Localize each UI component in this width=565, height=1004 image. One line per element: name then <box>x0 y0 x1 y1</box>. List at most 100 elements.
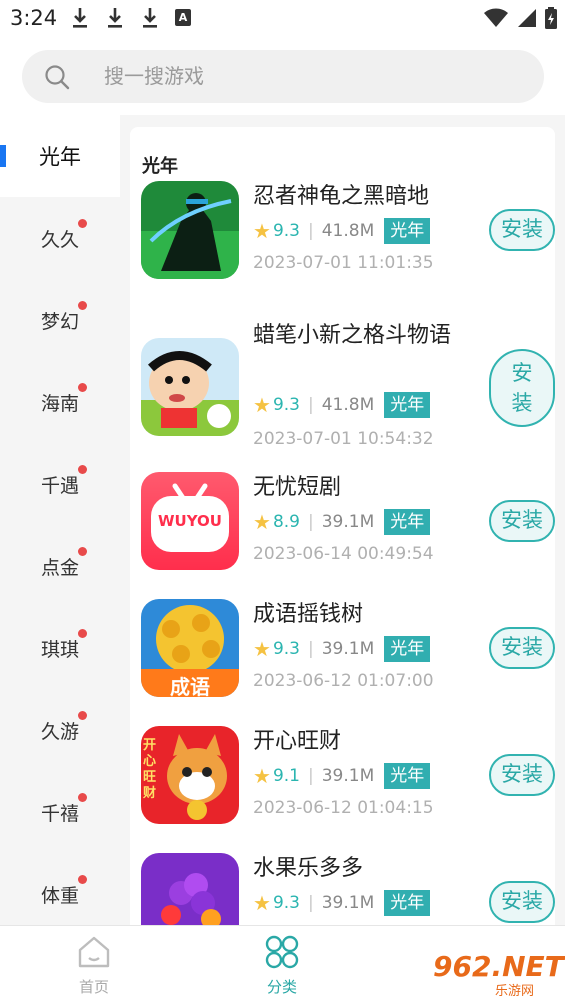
app-meta: ★ 9.3 | 39.1M 光年 <box>253 889 431 917</box>
status-time: 3:24 <box>10 6 58 30</box>
install-button[interactable]: 安装 <box>489 349 555 427</box>
source-tag: 光年 <box>384 763 431 789</box>
wifi-icon <box>484 8 508 27</box>
app-rating: 9.3 <box>272 893 300 913</box>
sidebar-item-label: 久游 <box>40 720 79 743</box>
app-meta: ★ 9.3 | 41.8M 光年 <box>253 391 431 419</box>
app-name: 成语摇钱树 <box>253 602 364 627</box>
install-button[interactable]: 安装 <box>489 881 555 923</box>
sidebar-item-hainan[interactable]: 海南 <box>0 361 120 443</box>
active-indicator <box>0 145 6 167</box>
source-tag: 光年 <box>384 392 431 418</box>
sidebar-item-guangnian[interactable]: 光年 <box>0 115 120 197</box>
install-button[interactable]: 安装 <box>489 754 555 796</box>
app-meta: ★ 9.3 | 39.1M 光年 <box>253 635 431 663</box>
nav-home[interactable]: 首页 <box>34 926 154 1004</box>
search-placeholder: 搜一搜游戏 <box>104 64 204 88</box>
sidebar-item-qianxi[interactable]: 千禧 <box>0 771 120 853</box>
crayon-shinchan-game-icon <box>141 338 239 436</box>
section-title: 光年 <box>142 156 178 177</box>
sidebar-item-jiuyou[interactable]: 久游 <box>0 689 120 771</box>
category-icon <box>265 935 299 969</box>
divider: | <box>307 639 314 659</box>
app-rating: 9.1 <box>272 766 300 786</box>
star-icon: ★ <box>253 637 271 661</box>
sidebar-item-label: 久久 <box>40 228 79 251</box>
nav-category[interactable]: 分类 <box>222 926 342 1004</box>
status-bar: 3:24 A <box>0 0 565 38</box>
red-dot-badge <box>78 710 87 720</box>
happy-dog-game-icon: 开心旺财 <box>141 726 239 824</box>
sidebar-item-qianyu[interactable]: 千遇 <box>0 443 120 525</box>
divider: | <box>307 893 314 913</box>
sidebar-item-dianjin[interactable]: 点金 <box>0 525 120 607</box>
app-rating: 9.3 <box>272 639 300 659</box>
app-meta: ★ 9.3 | 41.8M 光年 <box>253 217 431 245</box>
install-button[interactable]: 安装 <box>489 209 555 251</box>
download-icon <box>107 7 123 29</box>
app-date: 2023-06-12 01:04:15 <box>253 798 434 818</box>
search-icon <box>45 65 70 90</box>
app-name: 开心旺财 <box>253 729 342 754</box>
sidebar-item-label: 千遇 <box>40 474 79 497</box>
app-name: 无忧短剧 <box>253 475 342 500</box>
app-size: 39.1M <box>321 766 375 786</box>
search-input[interactable]: 搜一搜游戏 <box>22 50 544 103</box>
app-date: 2023-06-14 00:49:54 <box>253 544 434 564</box>
app-name: 蜡笔小新之格斗物语 <box>253 323 452 348</box>
source-tag: 光年 <box>384 218 431 244</box>
wuyou-app-icon: WUYOU <box>141 472 239 570</box>
app-size: 39.1M <box>321 512 375 532</box>
app-icon-text: 成语 <box>170 675 210 697</box>
sidebar-item-label: 梦幻 <box>40 310 79 333</box>
app-meta: ★ 9.1 | 39.1M 光年 <box>253 762 431 790</box>
red-dot-badge <box>78 874 87 884</box>
app-name: 忍者神龟之黑暗地 <box>253 184 430 209</box>
app-rating: 8.9 <box>272 512 300 532</box>
install-button-label: 安装 <box>511 361 533 415</box>
app-list-item[interactable]: 蜡笔小新之格斗物语 ★ 9.3 | 41.8M 光年 2023-07-01 10… <box>141 317 555 449</box>
site-watermark-logo: 962.NET 乐游网 <box>425 948 564 1000</box>
sidebar-item-menghuan[interactable]: 梦幻 <box>0 279 120 361</box>
red-dot-badge <box>78 300 87 310</box>
app-size: 39.1M <box>321 639 375 659</box>
app-rating: 9.3 <box>272 395 300 415</box>
app-size: 41.8M <box>321 395 375 415</box>
money-tree-game-icon: 成语 <box>141 599 239 697</box>
sidebar-item-tizhong[interactable]: 体重 <box>0 853 120 935</box>
red-dot-badge <box>78 792 87 802</box>
notification-a-icon: A <box>175 9 191 26</box>
install-button[interactable]: 安装 <box>489 500 555 542</box>
app-date: 2023-07-01 11:01:35 <box>253 253 434 273</box>
sidebar-item-qiqi[interactable]: 琪琪 <box>0 607 120 689</box>
app-list-item[interactable]: 忍者神龟之黑暗地 ★ 9.3 | 41.8M 光年 2023-07-01 11:… <box>141 181 555 281</box>
app-rating: 9.3 <box>272 221 300 241</box>
signal-icon <box>518 9 536 27</box>
home-icon <box>78 936 110 968</box>
app-icon-text: WUYOU <box>158 512 222 530</box>
nav-label: 首页 <box>78 978 109 996</box>
app-icon-text: 开心旺财 <box>143 738 157 801</box>
nav-label: 分类 <box>266 978 297 996</box>
source-tag: 光年 <box>384 636 431 662</box>
install-button[interactable]: 安装 <box>489 627 555 669</box>
app-list-panel: 光年 忍者神龟之黑暗地 ★ 9.3 | 41.8M 光年 2023-07-01 … <box>120 115 565 937</box>
red-dot-badge <box>78 546 87 556</box>
sidebar-item-label: 点金 <box>40 556 79 579</box>
app-name: 水果乐多多 <box>253 856 364 881</box>
divider: | <box>307 221 314 241</box>
sidebar-item-label: 琪琪 <box>40 638 79 661</box>
divider: | <box>307 766 314 786</box>
red-dot-badge <box>78 382 87 392</box>
sidebar-item-jiujiu[interactable]: 久久 <box>0 197 120 279</box>
app-list-item[interactable]: 开心旺财 开心旺财 ★ 9.1 | 39.1M 光年 2023-06-12 01… <box>141 726 555 826</box>
ninja-turtle-game-icon <box>141 181 239 279</box>
app-list-item[interactable]: 成语 成语摇钱树 ★ 9.3 | 39.1M 光年 2023-06-12 01:… <box>141 599 555 699</box>
sidebar-item-label: 体重 <box>40 884 79 907</box>
star-icon: ★ <box>253 510 271 534</box>
download-icon <box>72 7 88 29</box>
star-icon: ★ <box>253 764 271 788</box>
category-sidebar: 光年 久久 梦幻 海南 千遇 点金 琪琪 久游 千禧 体重 <box>0 115 120 925</box>
app-list-item[interactable]: WUYOU 无忧短剧 ★ 8.9 | 39.1M 光年 2023-06-14 0… <box>141 472 555 572</box>
download-icon <box>142 7 158 29</box>
